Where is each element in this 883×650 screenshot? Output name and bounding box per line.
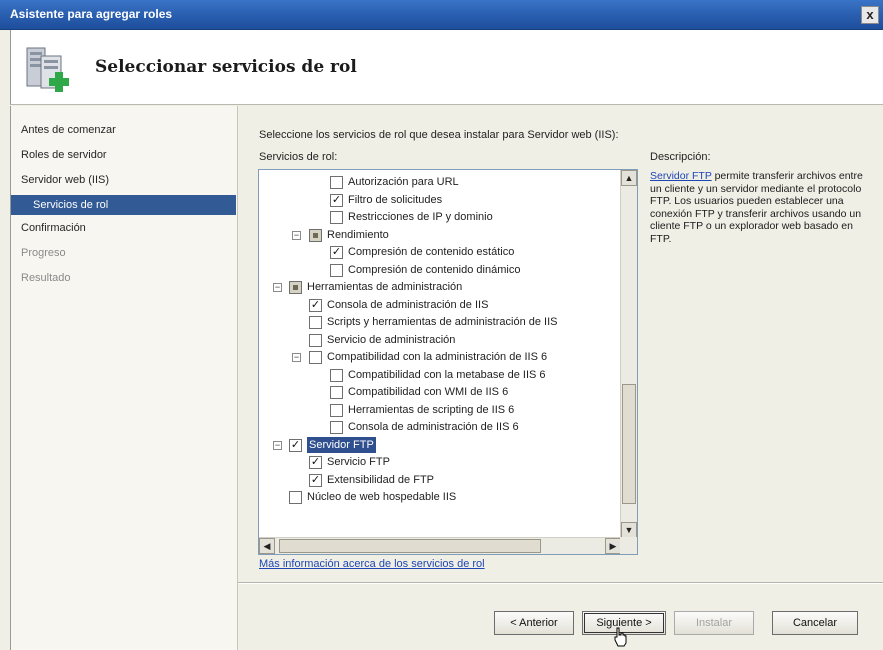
collapse-icon[interactable]: − <box>273 440 282 450</box>
checkbox[interactable] <box>309 351 322 364</box>
checkbox[interactable] <box>309 228 322 242</box>
footer-separator <box>238 582 883 584</box>
checkbox[interactable]: ✓ <box>309 298 322 312</box>
checkbox[interactable] <box>330 386 343 399</box>
tree-node-label: Herramientas de administración <box>307 281 463 293</box>
checkbox[interactable] <box>330 176 343 189</box>
scroll-right-icon[interactable]: ▶ <box>605 538 621 554</box>
mouse-pointer-icon <box>614 627 627 647</box>
instruction-text: Seleccione los servicios de rol que dese… <box>259 129 619 141</box>
tree-node-label: Compatibilidad con la administración de … <box>327 351 548 363</box>
description-title: Descripción: <box>650 151 711 163</box>
nav-item-servicios-de-rol[interactable]: Servicios de rol <box>11 195 236 215</box>
tree-node[interactable]: − Compatibilidad con la administración de… <box>259 349 619 366</box>
tree-horizontal-scrollbar[interactable]: ◀ ▶ <box>259 537 621 554</box>
tree-vertical-scrollbar[interactable]: ▲ ▼ <box>620 170 637 538</box>
tree-node[interactable]: Herramientas de scripting de IIS 6 <box>259 402 619 419</box>
nav-item-confirmacion[interactable]: Confirmación <box>21 222 86 234</box>
tree-node-label: Extensibilidad de FTP <box>327 473 434 486</box>
services-label: Servicios de rol: <box>259 151 338 163</box>
close-icon[interactable]: x <box>861 6 879 24</box>
scroll-thumb[interactable] <box>622 384 636 504</box>
more-info-link[interactable]: Más información acerca de los servicios … <box>259 558 485 570</box>
checkbox[interactable]: ✓ <box>289 438 302 452</box>
window-titlebar: Asistente para agregar roles x <box>0 0 883 30</box>
checkbox[interactable] <box>330 368 343 382</box>
checkbox[interactable] <box>330 263 343 277</box>
checkbox[interactable]: ✓ <box>309 456 322 469</box>
window-title: Asistente para agregar roles <box>10 7 173 21</box>
nav-item-antes-de-comenzar[interactable]: Antes de comenzar <box>21 124 116 136</box>
nav-item-resultado: Resultado <box>21 272 71 284</box>
checkbox[interactable] <box>330 211 343 224</box>
wizard-steps-nav: Antes de comenzar Roles de servidor Serv… <box>10 106 238 650</box>
server-roles-add-icon <box>26 47 69 92</box>
tree-node-label: Compatibilidad con WMI de IIS 6 <box>348 386 509 398</box>
tree-node[interactable]: Servicio de administración <box>259 332 619 349</box>
scroll-corner <box>620 537 637 554</box>
checkbox[interactable] <box>309 316 322 329</box>
tree-node-label: Núcleo de web hospedable IIS <box>307 491 457 503</box>
tree-node-label: Servidor FTP <box>307 436 376 453</box>
tree-node-label: Servicio FTP <box>327 456 390 468</box>
wizard-main-panel: Seleccione los servicios de rol que dese… <box>238 106 883 650</box>
nav-item-servidor-web[interactable]: Servidor web (IIS) <box>21 174 109 186</box>
checkbox[interactable]: ✓ <box>330 193 343 207</box>
collapse-icon[interactable]: − <box>292 230 301 240</box>
scroll-down-icon[interactable]: ▼ <box>621 522 637 538</box>
description-link[interactable]: Servidor FTP <box>650 170 712 182</box>
tree-node-label: Herramientas de scripting de IIS 6 <box>348 403 515 416</box>
nav-item-progreso: Progreso <box>21 247 66 259</box>
tree-node-label: Compresión de contenido estático <box>348 246 515 258</box>
tree-node[interactable]: Consola de administración de IIS 6 <box>259 419 619 436</box>
tree-node[interactable]: Restricciones de IP y dominio <box>259 209 619 226</box>
page-title: Seleccionar servicios de rol <box>95 57 357 77</box>
checkbox[interactable] <box>330 403 343 417</box>
tree-node-label: Autorización para URL <box>348 176 459 188</box>
back-button[interactable]: < Anterior <box>494 611 574 635</box>
tree-node[interactable]: Autorización para URL <box>259 174 619 191</box>
install-button: Instalar <box>674 611 754 635</box>
tree-node[interactable]: Núcleo de web hospedable IIS <box>259 489 619 506</box>
checkbox[interactable]: ✓ <box>309 473 322 487</box>
nav-item-roles-de-servidor[interactable]: Roles de servidor <box>21 149 107 161</box>
checkbox[interactable] <box>289 281 302 294</box>
tree-content: Autorización para URL ✓ Filtro de solicitu… <box>259 170 621 538</box>
checkbox[interactable]: ✓ <box>330 246 343 259</box>
tree-node[interactable]: Compatibilidad con WMI de IIS 6 <box>259 384 619 401</box>
tree-node-label: Consola de administración de IIS 6 <box>348 421 519 433</box>
tree-node[interactable]: ✓ Servicio FTP <box>259 454 619 471</box>
tree-node-label: Scripts y herramientas de administración… <box>327 316 558 328</box>
description-text: Servidor FTP permite transferir archivos… <box>650 170 875 245</box>
tree-node[interactable]: ✓ Filtro de solicitudes <box>259 192 619 209</box>
wizard-header: Seleccionar servicios de rol <box>10 30 883 105</box>
role-services-tree[interactable]: Autorización para URL ✓ Filtro de solicitu… <box>258 169 638 555</box>
tree-node-label: Restricciones de IP y dominio <box>348 211 493 223</box>
collapse-icon[interactable]: − <box>292 353 301 362</box>
tree-node[interactable]: ✓ Consola de administración de IIS <box>259 297 619 314</box>
tree-node-label: Consola de administración de IIS <box>327 298 489 311</box>
tree-node[interactable]: Scripts y herramientas de administración… <box>259 314 619 331</box>
hscroll-thumb[interactable] <box>279 539 541 553</box>
tree-node[interactable]: Compresión de contenido dinámico <box>259 262 619 279</box>
tree-node[interactable]: − Herramientas de administración <box>259 279 619 296</box>
checkbox[interactable] <box>289 491 302 504</box>
tree-node[interactable]: − ✓ Servidor FTP <box>259 436 619 454</box>
cancel-button[interactable]: Cancelar <box>772 611 858 635</box>
tree-node[interactable]: − Rendimiento <box>259 227 619 244</box>
tree-node[interactable]: ✓ Extensibilidad de FTP <box>259 472 619 489</box>
tree-node-label: Compatibilidad con la metabase de IIS 6 <box>348 368 546 381</box>
collapse-icon[interactable]: − <box>273 283 282 292</box>
scroll-left-icon[interactable]: ◀ <box>259 538 275 554</box>
tree-node[interactable]: ✓ Compresión de contenido estático <box>259 244 619 261</box>
checkbox[interactable] <box>330 421 343 434</box>
checkbox[interactable] <box>309 333 322 347</box>
scroll-up-icon[interactable]: ▲ <box>621 170 637 186</box>
tree-node[interactable]: Compatibilidad con la metabase de IIS 6 <box>259 367 619 384</box>
tree-node-label: Compresión de contenido dinámico <box>348 263 521 276</box>
tree-node-label: Filtro de solicitudes <box>348 193 443 206</box>
tree-node-label: Rendimiento <box>327 228 389 241</box>
tree-node-label: Servicio de administración <box>327 333 456 346</box>
